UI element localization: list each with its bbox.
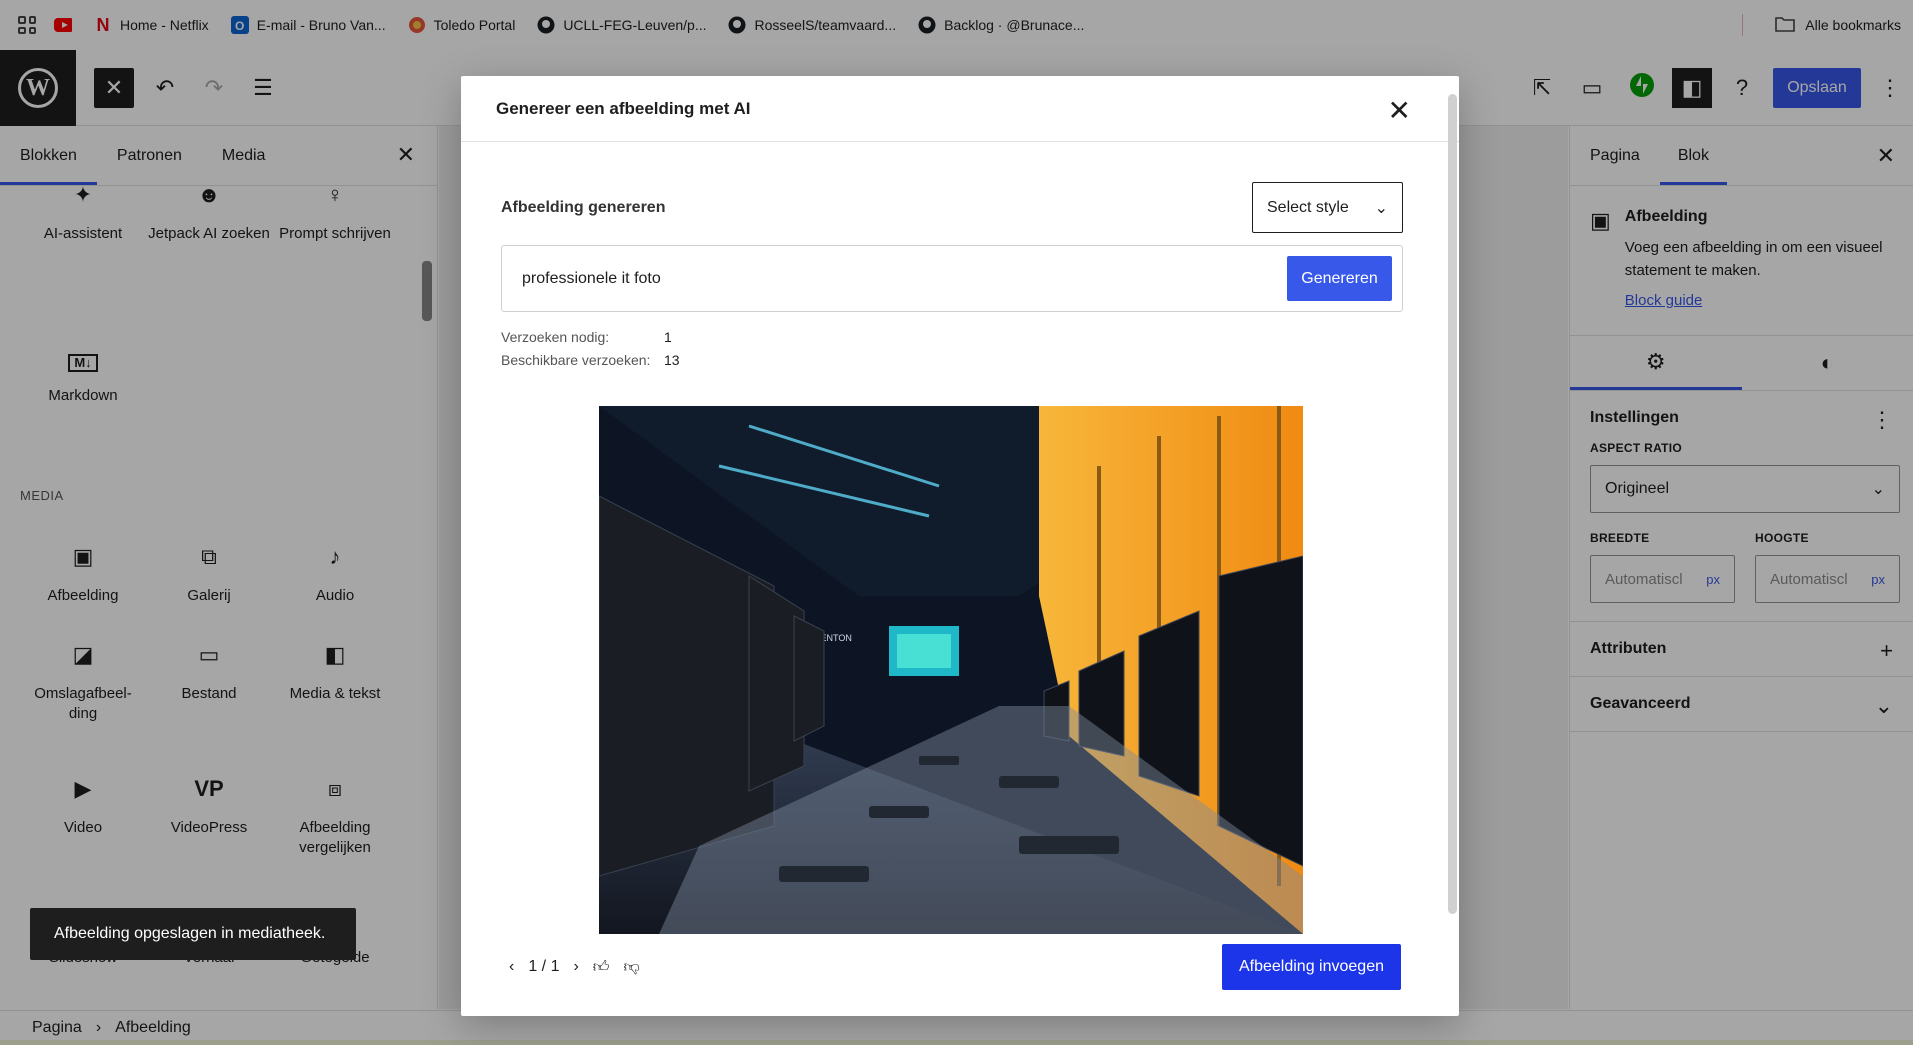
ai-image-modal: Genereer een afbeelding met AI ✕ Afbeeld… [461, 76, 1459, 1016]
thumbs-up-icon[interactable]: 👍︎ [593, 958, 610, 977]
modal-scrollbar[interactable] [1448, 94, 1457, 914]
generate-button[interactable]: Genereren [1287, 256, 1392, 301]
style-select-value: Select style [1267, 198, 1349, 216]
prompt-text: professionele it foto [522, 269, 661, 287]
chevron-down-icon: ⌄ [1374, 199, 1388, 217]
generate-row: Afbeelding genereren Select style ⌄ [501, 182, 1403, 233]
insert-image-button[interactable]: Afbeelding invoegen [1222, 944, 1401, 990]
modal-title: Genereer een afbeelding met AI [496, 98, 751, 118]
pager-text: 1 / 1 [528, 958, 560, 975]
modal-footer: ‹ 1 / 1 › 👍︎ 👎︎ Afbeelding invoegen [509, 944, 1401, 990]
chevron-right-icon[interactable]: › [573, 958, 578, 976]
prompt-input[interactable]: professionele it foto Genereren [501, 245, 1403, 312]
requests-needed-label: Verzoeken nodig: [501, 329, 610, 345]
style-select[interactable]: Select style ⌄ [1252, 182, 1403, 233]
close-icon[interactable]: ✕ [1388, 94, 1411, 127]
image-pager: ‹ 1 / 1 › 👍︎ 👎︎ [509, 958, 640, 977]
generated-image: CENTON [599, 406, 1303, 934]
modal-body: Afbeelding genereren Select style ⌄ prof… [501, 182, 1403, 372]
generate-section-label: Afbeelding genereren [501, 198, 666, 216]
chevron-left-icon[interactable]: ‹ [509, 958, 514, 976]
available-requests-value: 13 [664, 352, 680, 368]
modal-header: Genereer een afbeelding met AI ✕ [461, 76, 1459, 142]
thumbs-down-icon[interactable]: 👎︎ [624, 958, 640, 977]
available-requests-label: Beschikbare verzoeken: [501, 352, 651, 368]
snackbar-notice: Afbeelding opgeslagen in mediatheek. [30, 908, 356, 960]
requests-needed-value: 1 [664, 329, 672, 345]
request-info: Verzoeken nodig: 1 Beschikbare verzoeken:… [501, 326, 1403, 372]
